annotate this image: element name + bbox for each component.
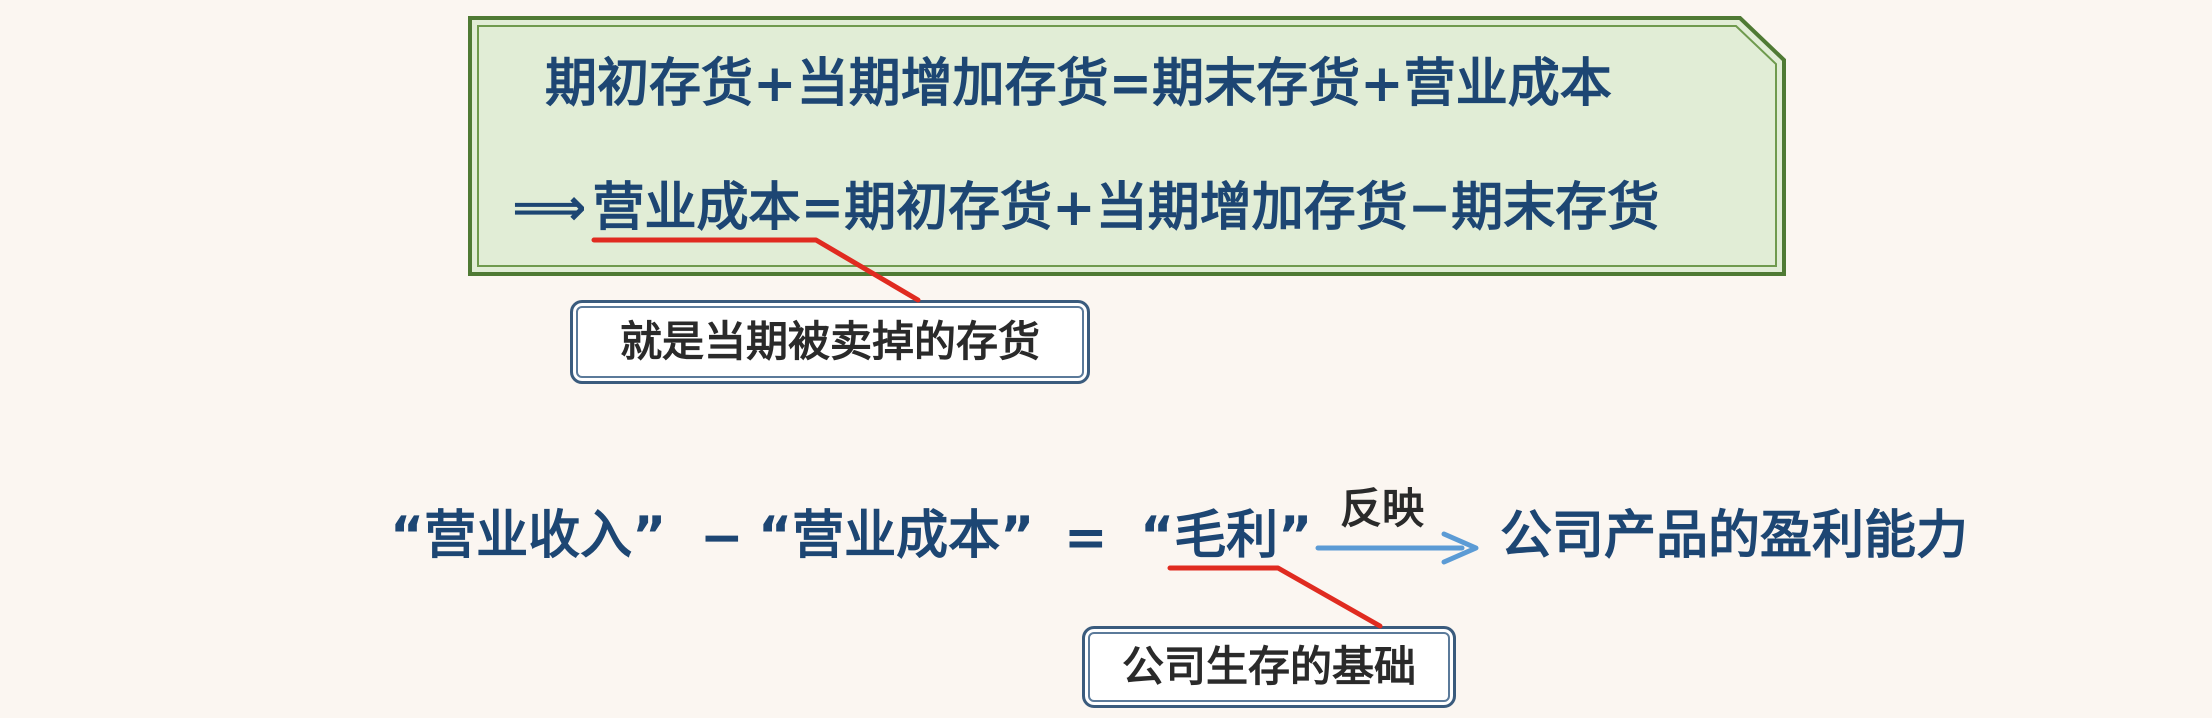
formula-line-1: 期初存货+当期增加存货=期末存货+营业成本 bbox=[545, 54, 1612, 114]
minus-sign: − bbox=[700, 508, 744, 568]
formula-line-2-rest: =期初存货+当期增加存货−期末存货 bbox=[800, 178, 1660, 238]
callout-survival-basis-text: 公司生存的基础 bbox=[1121, 642, 1416, 691]
implies-arrow-icon: ⟹ bbox=[512, 178, 587, 238]
result-profitability: 公司产品的盈利能力 bbox=[1500, 506, 1969, 566]
term-operating-revenue: “营业收入” bbox=[390, 506, 667, 566]
underline-leader-gross-profit bbox=[1167, 565, 1383, 629]
term-gross-profit: “毛利” bbox=[1140, 506, 1313, 566]
term-operating-cost: “营业成本” bbox=[758, 506, 1035, 566]
equals-sign: = bbox=[1064, 508, 1108, 568]
callout-sold-inventory: 就是当期被卖掉的存货 bbox=[570, 300, 1090, 384]
right-arrow-icon bbox=[1315, 531, 1479, 565]
callout-survival-basis: 公司生存的基础 bbox=[1082, 626, 1456, 708]
callout-sold-inventory-text: 就是当期被卖掉的存货 bbox=[619, 317, 1040, 366]
highlighted-term-operating-cost: 营业成本 bbox=[592, 178, 801, 238]
formula-line-2: ⟹ 营业成本=期初存货+当期增加存货−期末存货 bbox=[512, 182, 1659, 234]
arrow-label-reflects: 反映 bbox=[1340, 484, 1425, 533]
